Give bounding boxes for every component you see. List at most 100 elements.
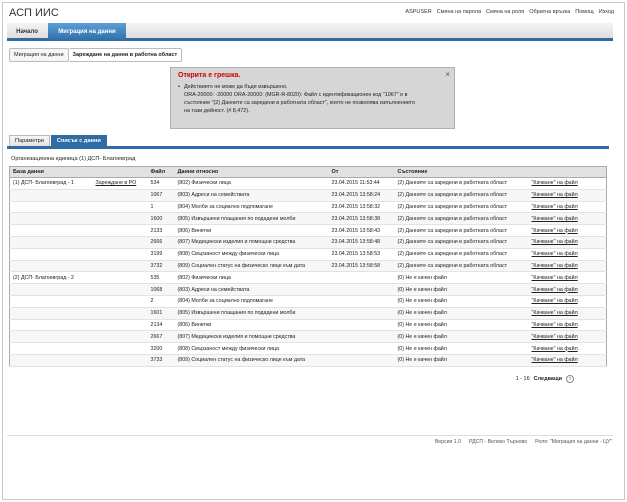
error-title: Открита е грешка. (178, 72, 241, 79)
cell-date (328, 283, 395, 296)
help-link[interactable]: Помощ (575, 9, 593, 15)
cell-load-link[interactable]: Зареждане в РО (92, 177, 148, 190)
cell-status: (0) Не е качен файл (394, 319, 529, 332)
cell-file-id: 3732 (147, 260, 175, 273)
nav-tab-home[interactable]: Начало (7, 23, 47, 41)
cell-database (9, 295, 93, 308)
cell-database (9, 212, 93, 226)
cell-data-about: (804) Молби за социално подпомагане (174, 295, 329, 308)
cell-load-link (92, 248, 148, 261)
cell-status: (2) Данните са заредени в работната обла… (394, 201, 529, 214)
tab-data-list[interactable]: Списък с данни (50, 135, 107, 146)
cell-date: 23.04.2015 13:58:43 (328, 224, 395, 237)
cell-load-link (92, 295, 148, 308)
cell-upload-link[interactable]: "Качване" на файл (528, 236, 607, 249)
header-action (92, 166, 148, 178)
cell-date: 23.04.2015 13:58:38 (328, 212, 395, 226)
cell-date (328, 271, 395, 285)
cell-file-id: 2667 (147, 330, 175, 344)
cell-upload-link[interactable]: "Качване" на файл (528, 271, 607, 285)
cell-file-id: 3733 (147, 354, 175, 367)
change-password-link[interactable]: Смяна на парола (437, 9, 481, 15)
cell-upload-link[interactable]: "Качване" на файл (528, 260, 607, 273)
cell-load-link (92, 201, 148, 214)
cell-date (328, 307, 395, 320)
table-row: 2666 (807) Медицински изделия и помощни с… (9, 236, 607, 249)
pager-range: 1 - 16 (515, 376, 530, 382)
cell-load-link (92, 189, 148, 202)
cell-status: (0) Не е качен файл (394, 271, 529, 285)
cell-status: (0) Не е качен файл (394, 330, 529, 344)
cell-upload-link[interactable]: "Качване" на файл (528, 319, 607, 332)
cell-status: (2) Данните са заредени в работната обла… (394, 260, 529, 273)
cell-database: (2) ДСП- Благоевград - 2 (9, 271, 93, 285)
cell-load-link (92, 260, 148, 273)
cell-upload-link[interactable]: "Качване" на файл (528, 295, 607, 308)
feedback-link[interactable]: Обратна връзка (529, 9, 570, 15)
cell-upload-link[interactable]: "Качване" на файл (528, 189, 607, 202)
cell-file-id: 2134 (147, 319, 175, 332)
cell-date: 23.04.2015 13:58:24 (328, 189, 395, 202)
tab-parameters[interactable]: Параметри (9, 135, 50, 146)
cell-upload-link[interactable]: "Качване" на файл (528, 283, 607, 296)
cell-date (328, 330, 395, 344)
cell-data-about: (809) Социален статус на физическо лице … (174, 260, 329, 273)
cell-file-id: 1068 (147, 283, 175, 296)
cell-data-about: (802) Физически лица (174, 271, 329, 285)
footer-org: РДСП - Велико Търново (469, 439, 528, 445)
cell-upload-link[interactable]: "Качване" на файл (528, 248, 607, 261)
cell-data-about: (803) Адреси на семействата (174, 189, 329, 202)
cell-upload-link[interactable]: "Качване" на файл (528, 224, 607, 237)
header-from: От (328, 166, 395, 178)
cell-file-id: 2133 (147, 224, 175, 237)
error-line: ORA-20000: -20000 ORA-20000: (MGR-R-8020… (184, 92, 408, 98)
cell-date (328, 295, 395, 308)
cell-upload-link[interactable]: "Качване" на файл (528, 354, 607, 367)
cell-upload-link[interactable]: "Качване" на файл (528, 342, 607, 355)
close-icon[interactable]: × (445, 70, 450, 79)
main-nav: Начало Миграция на данни (7, 23, 613, 41)
logout-link[interactable]: Изход (599, 9, 614, 15)
data-table: База данни Файл Данни относно От Състоян… (9, 166, 607, 367)
cell-database (9, 307, 93, 320)
user-link[interactable]: ASPUSER (405, 9, 431, 15)
breadcrumb-item-current: Зареждане на данни в работна област (68, 48, 183, 62)
nav-tab-migration[interactable]: Миграция на данни (48, 23, 126, 41)
error-line: на тази дейност. (# 8,472). (184, 108, 250, 114)
cell-database (9, 319, 93, 332)
cell-data-about: (805) Извършени плащания по подадени мол… (174, 212, 329, 226)
cell-file-id: 2666 (147, 236, 175, 249)
cell-database (9, 260, 93, 273)
table-row: 1600 (805) Извършени плащания по подадени… (9, 212, 607, 226)
cell-load-link (92, 319, 148, 332)
cell-database (9, 283, 93, 296)
table-row: 3200 (808) Свързаност между физически лиц… (9, 342, 607, 355)
app-window: АСП ИИС ASPUSER Смяна на парола Смяна на… (2, 2, 625, 500)
page-tabs: Параметри Списък с данни (9, 135, 108, 146)
cell-database (9, 342, 93, 355)
breadcrumb-item-migration[interactable]: Миграция на данни (9, 48, 69, 62)
cell-data-about: (808) Свързаност между физически лица (174, 248, 329, 261)
footer: Версия 1.0 РДСП - Велико Търново Роля: "… (435, 439, 612, 445)
change-role-link[interactable]: Смяна на роля (486, 9, 524, 15)
cell-upload-link[interactable]: "Качване" на файл (528, 212, 607, 226)
table-row: 1067 (803) Адреси на семействата 23.04.201… (9, 189, 607, 202)
cell-database (9, 224, 93, 237)
header-database: База данни (9, 166, 93, 178)
pagination: 1 - 16 Следващи › (516, 375, 574, 383)
cell-upload-link[interactable]: "Качване" на файл (528, 177, 607, 190)
cell-file-id: 1 (147, 201, 175, 214)
next-arrow-icon[interactable]: › (566, 375, 574, 383)
cell-database: (1) ДСП- Благоевград - 1 (9, 177, 93, 190)
pager-next-link[interactable]: Следващи (534, 376, 562, 382)
cell-date: 23.04.2015 13:58:53 (328, 248, 395, 261)
breadcrumb: Миграция на данни Зареждане на данни в р… (9, 48, 183, 62)
cell-file-id: 1600 (147, 212, 175, 226)
table-row: 2134 (806) Винетки (0) Не е качен файл "Кач… (9, 319, 607, 332)
cell-upload-link[interactable]: "Качване" на файл (528, 307, 607, 320)
cell-load-link (92, 283, 148, 296)
cell-upload-link[interactable]: "Качване" на файл (528, 330, 607, 344)
tab-divider (7, 146, 609, 149)
cell-upload-link[interactable]: "Качване" на файл (528, 201, 607, 214)
table-row: 3733 (809) Социален статус на физическо л… (9, 354, 607, 367)
